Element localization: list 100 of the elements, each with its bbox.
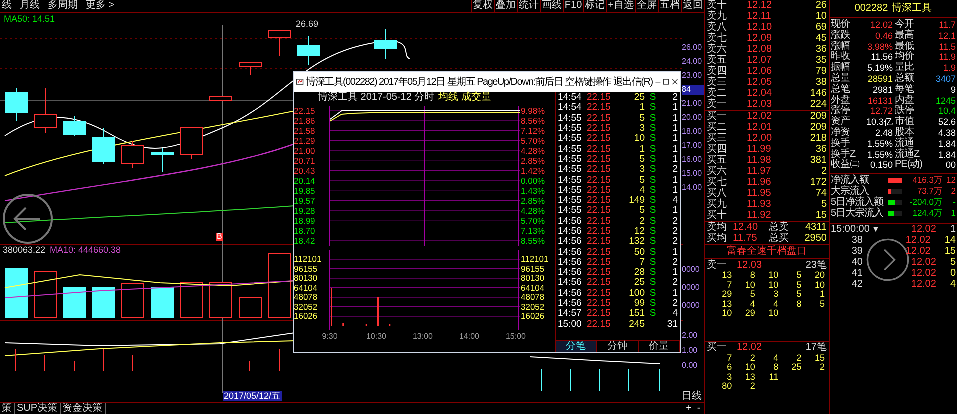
tick-price: 22.15	[587, 320, 612, 330]
toolbar-button[interactable]: 五档	[658, 0, 681, 12]
tick-volume: 25	[633, 278, 645, 288]
level-label: 买十	[707, 210, 728, 221]
period-tab[interactable]: 月线	[20, 0, 40, 12]
quote-value: 11.9	[938, 52, 956, 64]
level-volume: 45	[814, 33, 827, 44]
volume-bar	[64, 288, 86, 318]
quote-label: 涨跌	[831, 30, 851, 41]
percent-tick: 8.55%	[521, 236, 546, 246]
tick-side: S	[650, 277, 656, 288]
list-tab[interactable]: 分钟	[597, 341, 639, 352]
tick-price: 22.15	[587, 165, 612, 176]
toolbar-button[interactable]: 返回	[681, 0, 704, 12]
quote-value: 11.5	[938, 42, 956, 52]
tick-side: S	[650, 174, 656, 186]
percent-tick: 4.28%	[521, 206, 546, 216]
toolbar-button[interactable]: 标记	[583, 0, 606, 12]
tick-count: 1	[672, 144, 678, 155]
tick-time: 14:55	[558, 196, 583, 206]
flow-extra: 12	[946, 175, 957, 186]
price-tick: 26.00	[682, 43, 704, 53]
level-label: 卖七	[707, 33, 728, 44]
level-volume: 172	[809, 177, 827, 188]
level-volume: 36	[814, 144, 827, 155]
level-price: 12.02	[747, 111, 774, 122]
zoom-button[interactable]: -	[694, 403, 704, 414]
level-volume: 35	[814, 55, 827, 66]
queue-order: 3	[772, 290, 779, 300]
level-label: 买三	[707, 133, 728, 144]
toolbar-button[interactable]: 叠加	[494, 0, 517, 12]
quote-label: 涨停	[831, 106, 851, 116]
level-volume: 224	[809, 99, 827, 110]
time-tick: 10:30	[366, 332, 387, 342]
tick-volume: 2	[638, 216, 645, 227]
toolbar-button[interactable]: +自选	[606, 0, 635, 12]
tick-price: 22.15	[587, 258, 612, 268]
level-volume: 36	[814, 44, 827, 55]
tick-side: S	[650, 267, 656, 278]
tick-price: 22.15	[587, 227, 612, 237]
quote-value: 12.02	[869, 20, 894, 31]
close-icon[interactable]	[672, 78, 678, 86]
tick-time: 14:55	[558, 165, 583, 176]
toolbar-button[interactable]: 复权	[470, 0, 494, 12]
level-volume: 381	[809, 155, 827, 166]
indicator-tick: 1.00	[682, 346, 699, 356]
tick-side: S	[650, 184, 656, 196]
summary-value: 2950	[804, 233, 827, 244]
quote-label: 今开	[894, 20, 916, 30]
period-tab[interactable]: 更多 >	[86, 0, 115, 12]
level-volume: 5	[820, 199, 827, 210]
quote-value: 11.56	[870, 52, 894, 64]
toolbar-button[interactable]: 画线	[540, 0, 563, 12]
tick-time: 14:56	[558, 227, 583, 237]
queue-order: 10	[768, 271, 779, 280]
tick-side: S	[650, 246, 656, 258]
strategy-tab[interactable]: SUP决策	[15, 403, 61, 414]
percent-tick: 9.98%	[521, 106, 546, 116]
maximize-icon[interactable]	[663, 78, 670, 86]
tick-price: 22.15	[587, 216, 612, 227]
volume-tick: 64104	[521, 282, 545, 293]
price-tick: 18.00	[682, 127, 704, 137]
level-label: 买六	[707, 166, 728, 177]
level-price: 12.11	[747, 11, 772, 22]
volume-bar	[152, 288, 174, 318]
quote-label: 净资	[831, 128, 851, 138]
flow-extra: -	[952, 197, 957, 208]
level-label: 卖一	[707, 99, 728, 110]
quote-value: 4.38	[937, 128, 956, 139]
level-volume: 74	[814, 188, 827, 199]
tick-time: 14:56	[558, 237, 583, 248]
volume-tick: 32052	[294, 302, 318, 312]
summary-label: 买均	[707, 233, 727, 244]
strategy-tab[interactable]: 策	[0, 403, 15, 414]
queue-order: 4	[772, 354, 779, 363]
quote-value: 0.46	[874, 30, 894, 42]
time-tick: 13:00	[412, 332, 434, 342]
candle	[92, 128, 116, 164]
list-tab[interactable]: 分笔	[556, 341, 598, 352]
tick-side: S	[650, 123, 656, 134]
volume-ma-label: MA10: 444660.38	[50, 245, 122, 255]
list-tab[interactable]: 价量	[638, 341, 680, 352]
period-tab[interactable]: 多周期	[48, 0, 78, 12]
tick-time: 14:55	[558, 114, 583, 124]
queue-order: 6	[726, 363, 732, 372]
toolbar-button[interactable]: F10	[562, 0, 584, 12]
dropdown-arrow[interactable]: ▼	[872, 224, 880, 236]
queue-label: 卖一	[707, 258, 728, 272]
strategy-tab[interactable]: 资金决策	[60, 403, 106, 414]
tick-volume: 1	[638, 144, 645, 155]
volume-bar	[180, 282, 204, 318]
period-tab[interactable]: 线	[2, 0, 12, 12]
tick-count: 2	[672, 227, 678, 237]
toolbar-button[interactable]: 全屏	[635, 0, 658, 12]
tick-side: S	[650, 144, 656, 155]
tick-count: 1	[672, 288, 678, 299]
quote-label: 跌停	[894, 106, 914, 116]
level-volume: 79	[814, 66, 827, 77]
zoom-button[interactable]: +	[684, 403, 694, 414]
quote-label: 资产	[831, 117, 851, 128]
